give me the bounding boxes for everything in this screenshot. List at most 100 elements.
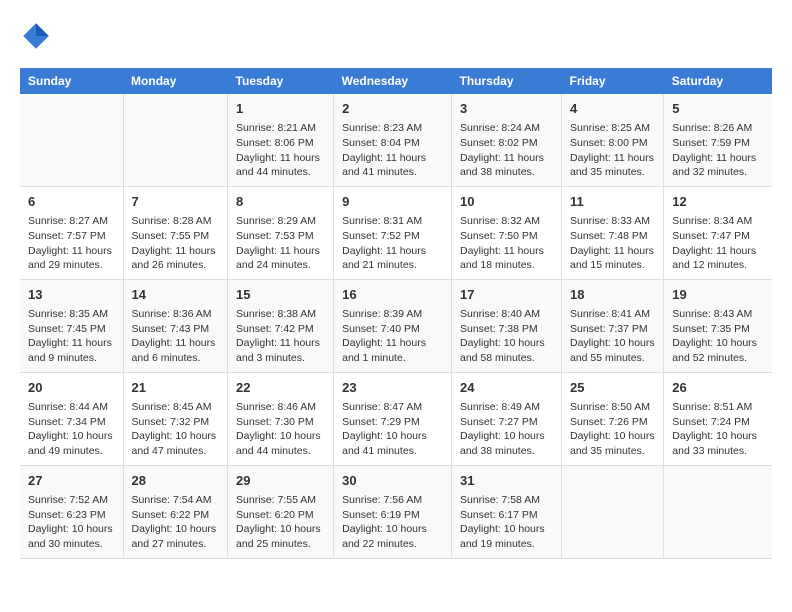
calendar-cell xyxy=(664,465,772,558)
cell-content: Sunrise: 8:25 AM Sunset: 8:00 PM Dayligh… xyxy=(570,121,655,180)
cell-content: Sunrise: 8:26 AM Sunset: 7:59 PM Dayligh… xyxy=(672,121,764,180)
calendar-cell: 11 Sunrise: 8:33 AM Sunset: 7:48 PM Dayli… xyxy=(562,186,664,279)
day-number: 4 xyxy=(570,100,655,118)
day-number: 24 xyxy=(460,379,553,397)
cell-content: Sunrise: 8:46 AM Sunset: 7:30 PM Dayligh… xyxy=(236,400,325,459)
calendar-cell: 8Sunrise: 8:29 AM Sunset: 7:53 PM Daylig… xyxy=(228,186,334,279)
cell-content: Sunrise: 8:33 AM Sunset: 7:48 PM Dayligh… xyxy=(570,214,655,273)
calendar-cell: 6 Sunrise: 8:27 AM Sunset: 7:57 PM Daylig… xyxy=(20,186,123,279)
day-number: 30 xyxy=(342,472,443,490)
logo-icon xyxy=(20,20,52,52)
day-number: 1 xyxy=(236,100,325,118)
calendar-cell: 2 Sunrise: 8:23 AM Sunset: 8:04 PM Daylig… xyxy=(334,94,452,186)
calendar-cell: 19 Sunrise: 8:43 AM Sunset: 7:35 PM Dayli… xyxy=(664,279,772,372)
day-number: 21 xyxy=(132,379,220,397)
header-thursday: Thursday xyxy=(452,68,562,94)
day-number: 16 xyxy=(342,286,443,304)
cell-content: Sunrise: 8:40 AM Sunset: 7:38 PM Dayligh… xyxy=(460,307,553,366)
cell-content: Sunrise: 8:38 AM Sunset: 7:42 PM Dayligh… xyxy=(236,307,325,366)
calendar-cell: 23 Sunrise: 8:47 AM Sunset: 7:29 PM Dayli… xyxy=(334,372,452,465)
week-row-1: 1 Sunrise: 8:21 AM Sunset: 8:06 PM Daylig… xyxy=(20,94,772,186)
cell-content: Sunrise: 8:24 AM Sunset: 8:02 PM Dayligh… xyxy=(460,121,553,180)
calendar-cell: 9 Sunrise: 8:31 AM Sunset: 7:52 PM Daylig… xyxy=(334,186,452,279)
day-number: 9 xyxy=(342,193,443,211)
header-friday: Friday xyxy=(562,68,664,94)
calendar-cell: 16 Sunrise: 8:39 AM Sunset: 7:40 PM Dayli… xyxy=(334,279,452,372)
cell-content: Sunrise: 8:27 AM Sunset: 7:57 PM Dayligh… xyxy=(28,214,115,273)
day-number: 13 xyxy=(28,286,115,304)
week-row-3: 13 Sunrise: 8:35 AM Sunset: 7:45 PM Dayli… xyxy=(20,279,772,372)
calendar-cell: 4 Sunrise: 8:25 AM Sunset: 8:00 PM Daylig… xyxy=(562,94,664,186)
calendar-table: SundayMondayTuesdayWednesdayThursdayFrid… xyxy=(20,68,772,559)
header-sunday: Sunday xyxy=(20,68,123,94)
week-row-5: 27 Sunrise: 7:52 AM Sunset: 6:23 PM Dayli… xyxy=(20,465,772,558)
calendar-cell: 29 Sunrise: 7:55 AM Sunset: 6:20 PM Dayli… xyxy=(228,465,334,558)
cell-content: Sunrise: 8:44 AM Sunset: 7:34 PM Dayligh… xyxy=(28,400,115,459)
calendar-cell: 27 Sunrise: 7:52 AM Sunset: 6:23 PM Dayli… xyxy=(20,465,123,558)
day-number: 18 xyxy=(570,286,655,304)
cell-content: Sunrise: 8:36 AM Sunset: 7:43 PM Dayligh… xyxy=(132,307,220,366)
header-saturday: Saturday xyxy=(664,68,772,94)
logo xyxy=(20,20,56,52)
day-number: 7 xyxy=(132,193,220,211)
calendar-header-row: SundayMondayTuesdayWednesdayThursdayFrid… xyxy=(20,68,772,94)
header-monday: Monday xyxy=(123,68,228,94)
cell-content: Sunrise: 8:32 AM Sunset: 7:50 PM Dayligh… xyxy=(460,214,553,273)
calendar-cell: 30 Sunrise: 7:56 AM Sunset: 6:19 PM Dayli… xyxy=(334,465,452,558)
page-header xyxy=(20,20,772,52)
day-number: 20 xyxy=(28,379,115,397)
cell-content: Sunrise: 8:43 AM Sunset: 7:35 PM Dayligh… xyxy=(672,307,764,366)
day-number: 27 xyxy=(28,472,115,490)
day-number: 22 xyxy=(236,379,325,397)
calendar-cell: 13 Sunrise: 8:35 AM Sunset: 7:45 PM Dayli… xyxy=(20,279,123,372)
calendar-cell: 31 Sunrise: 7:58 AM Sunset: 6:17 PM Dayli… xyxy=(452,465,562,558)
calendar-cell: 25Sunrise: 8:50 AM Sunset: 7:26 PM Dayli… xyxy=(562,372,664,465)
calendar-cell: 1 Sunrise: 8:21 AM Sunset: 8:06 PM Daylig… xyxy=(228,94,334,186)
cell-content: Sunrise: 8:47 AM Sunset: 7:29 PM Dayligh… xyxy=(342,400,443,459)
day-number: 15 xyxy=(236,286,325,304)
cell-content: Sunrise: 7:55 AM Sunset: 6:20 PM Dayligh… xyxy=(236,493,325,552)
calendar-cell: 14Sunrise: 8:36 AM Sunset: 7:43 PM Dayli… xyxy=(123,279,228,372)
cell-content: Sunrise: 8:39 AM Sunset: 7:40 PM Dayligh… xyxy=(342,307,443,366)
header-wednesday: Wednesday xyxy=(334,68,452,94)
week-row-2: 6 Sunrise: 8:27 AM Sunset: 7:57 PM Daylig… xyxy=(20,186,772,279)
day-number: 29 xyxy=(236,472,325,490)
day-number: 28 xyxy=(132,472,220,490)
day-number: 23 xyxy=(342,379,443,397)
calendar-cell: 5 Sunrise: 8:26 AM Sunset: 7:59 PM Daylig… xyxy=(664,94,772,186)
calendar-cell: 18Sunrise: 8:41 AM Sunset: 7:37 PM Dayli… xyxy=(562,279,664,372)
cell-content: Sunrise: 7:52 AM Sunset: 6:23 PM Dayligh… xyxy=(28,493,115,552)
cell-content: Sunrise: 8:31 AM Sunset: 7:52 PM Dayligh… xyxy=(342,214,443,273)
calendar-cell: 3 Sunrise: 8:24 AM Sunset: 8:02 PM Daylig… xyxy=(452,94,562,186)
day-number: 31 xyxy=(460,472,553,490)
day-number: 5 xyxy=(672,100,764,118)
header-tuesday: Tuesday xyxy=(228,68,334,94)
day-number: 11 xyxy=(570,193,655,211)
cell-content: Sunrise: 8:51 AM Sunset: 7:24 PM Dayligh… xyxy=(672,400,764,459)
day-number: 19 xyxy=(672,286,764,304)
calendar-cell xyxy=(123,94,228,186)
cell-content: Sunrise: 8:28 AM Sunset: 7:55 PM Dayligh… xyxy=(132,214,220,273)
calendar-cell: 22 Sunrise: 8:46 AM Sunset: 7:30 PM Dayli… xyxy=(228,372,334,465)
cell-content: Sunrise: 7:58 AM Sunset: 6:17 PM Dayligh… xyxy=(460,493,553,552)
day-number: 17 xyxy=(460,286,553,304)
calendar-cell: 28Sunrise: 7:54 AM Sunset: 6:22 PM Dayli… xyxy=(123,465,228,558)
calendar-cell: 10Sunrise: 8:32 AM Sunset: 7:50 PM Dayli… xyxy=(452,186,562,279)
calendar-cell: 21 Sunrise: 8:45 AM Sunset: 7:32 PM Dayli… xyxy=(123,372,228,465)
cell-content: Sunrise: 8:35 AM Sunset: 7:45 PM Dayligh… xyxy=(28,307,115,366)
day-number: 3 xyxy=(460,100,553,118)
day-number: 6 xyxy=(28,193,115,211)
cell-content: Sunrise: 8:23 AM Sunset: 8:04 PM Dayligh… xyxy=(342,121,443,180)
calendar-cell: 26Sunrise: 8:51 AM Sunset: 7:24 PM Dayli… xyxy=(664,372,772,465)
cell-content: Sunrise: 8:45 AM Sunset: 7:32 PM Dayligh… xyxy=(132,400,220,459)
day-number: 2 xyxy=(342,100,443,118)
cell-content: Sunrise: 8:21 AM Sunset: 8:06 PM Dayligh… xyxy=(236,121,325,180)
cell-content: Sunrise: 8:29 AM Sunset: 7:53 PM Dayligh… xyxy=(236,214,325,273)
day-number: 25 xyxy=(570,379,655,397)
calendar-cell: 17 Sunrise: 8:40 AM Sunset: 7:38 PM Dayli… xyxy=(452,279,562,372)
calendar-cell xyxy=(20,94,123,186)
cell-content: Sunrise: 7:56 AM Sunset: 6:19 PM Dayligh… xyxy=(342,493,443,552)
calendar-cell: 24Sunrise: 8:49 AM Sunset: 7:27 PM Dayli… xyxy=(452,372,562,465)
week-row-4: 20 Sunrise: 8:44 AM Sunset: 7:34 PM Dayli… xyxy=(20,372,772,465)
calendar-cell: 15 Sunrise: 8:38 AM Sunset: 7:42 PM Dayli… xyxy=(228,279,334,372)
